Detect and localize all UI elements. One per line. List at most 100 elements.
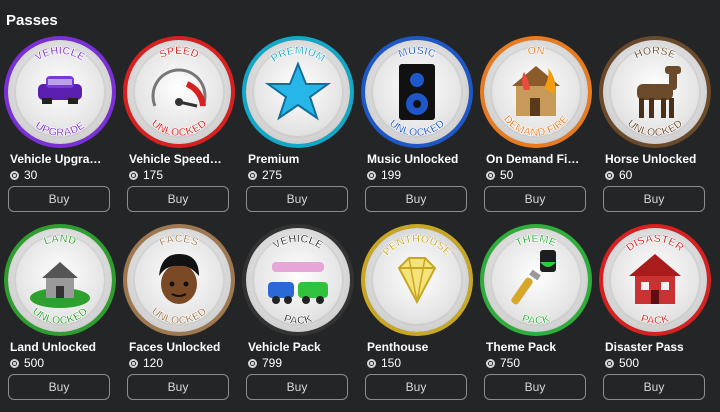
pass-name[interactable]: Vehicle Pack (248, 340, 352, 354)
badge-top-text: VEHICLE (33, 45, 87, 64)
passes-grid: VEHICLE UPGRADE Vehicle Upgra… 30 Buy SP… (8, 36, 720, 412)
badge-bottom-text: UNLOCKED (149, 306, 209, 328)
vehicles-icon: VEHICLE PACK (268, 233, 328, 327)
buy-button[interactable]: Buy (603, 186, 705, 212)
pass-badge-image[interactable]: DISASTER PACK (603, 228, 707, 332)
robux-icon (486, 170, 495, 180)
robux-icon (129, 170, 138, 180)
buy-button[interactable]: Buy (246, 186, 348, 212)
pass-card[interactable]: LAND UNLOCKED Land Unlocked 500 Buy (8, 224, 112, 404)
badge-top-text: HORSE (633, 45, 678, 62)
pass-card[interactable]: VEHICLE PACK Vehicle Pack 799 Buy (246, 224, 350, 404)
pass-badge-image[interactable]: HORSE UNLOCKED (603, 40, 707, 144)
pass-price: 500 (10, 355, 44, 371)
pass-card[interactable]: VEHICLE UPGRADE Vehicle Upgra… 30 Buy (8, 36, 112, 216)
passes-row: VEHICLE UPGRADE Vehicle Upgra… 30 Buy SP… (8, 36, 720, 224)
pass-card[interactable]: DISASTER PACK Disaster Pass 500 Buy (603, 224, 707, 404)
badge-top-text: THEME (514, 233, 558, 249)
badge-top-text: ON (527, 45, 545, 58)
robux-icon (367, 358, 376, 368)
pass-badge-image[interactable]: THEME PACK (484, 228, 588, 332)
price-value: 120 (143, 356, 164, 370)
pass-badge-image[interactable]: MUSIC UNLOCKED (365, 40, 469, 144)
pass-price: 750 (486, 355, 520, 371)
pass-name[interactable]: Vehicle Speed… (129, 152, 233, 166)
pass-price: 120 (129, 355, 163, 371)
buy-button[interactable]: Buy (246, 374, 348, 400)
pass-name[interactable]: Premium (248, 152, 352, 166)
pass-card[interactable]: SPEED UNLOCKED Vehicle Speed… 175 Buy (127, 36, 231, 216)
badge-bottom-text: UNLOCKED (625, 118, 685, 140)
robux-icon (129, 358, 138, 368)
paintbrush-icon: THEME PACK (511, 233, 558, 327)
buy-button[interactable]: Buy (127, 186, 229, 212)
badge-bottom-text: PACK (520, 313, 551, 327)
pass-name[interactable]: Land Unlocked (10, 340, 114, 354)
price-value: 750 (500, 356, 521, 370)
pass-price: 150 (367, 355, 401, 371)
robux-icon (10, 170, 19, 180)
pass-price: 60 (605, 167, 632, 183)
section-title: Passes (6, 12, 58, 29)
badge-bottom-text: UNLOCKED (387, 118, 447, 140)
passes-row: LAND UNLOCKED Land Unlocked 500 Buy FACE… (8, 224, 720, 412)
pass-price: 175 (129, 167, 163, 183)
pass-name[interactable]: On Demand Fi… (486, 152, 590, 166)
pass-badge-image[interactable]: PENTHOUSE (365, 228, 469, 332)
price-value: 30 (24, 168, 38, 182)
pass-price: 30 (10, 167, 37, 183)
pass-name[interactable]: Horse Unlocked (605, 152, 709, 166)
pass-price: 199 (367, 167, 401, 183)
pass-badge-image[interactable]: FACES UNLOCKED (127, 228, 231, 332)
buy-button[interactable]: Buy (365, 186, 467, 212)
face-icon: FACES UNLOCKED (149, 233, 210, 328)
broken-house-icon: DISASTER PACK (624, 233, 686, 328)
badge-top-text: LAND (42, 233, 77, 248)
pass-price: 50 (486, 167, 513, 183)
buy-button[interactable]: Buy (365, 374, 467, 400)
badge-bottom-text: UPGRADE (33, 120, 87, 139)
pass-name[interactable]: Theme Pack (486, 340, 590, 354)
price-value: 50 (500, 168, 514, 182)
pass-badge-image[interactable]: SPEED UNLOCKED (127, 40, 231, 144)
pass-card[interactable]: PREMIUM Premium 275 Buy (246, 36, 350, 216)
buy-button[interactable]: Buy (603, 374, 705, 400)
badge-bottom-text: DEMAND FIRE (501, 113, 571, 139)
horse-icon: HORSE UNLOCKED (625, 45, 686, 140)
pass-card[interactable]: ON DEMAND FIRE On Demand Fi… 50 Buy (484, 36, 588, 216)
pass-name[interactable]: Music Unlocked (367, 152, 471, 166)
badge-bottom-text: PACK (639, 313, 670, 327)
robux-icon (10, 358, 19, 368)
price-value: 60 (619, 168, 633, 182)
buy-button[interactable]: Buy (8, 374, 110, 400)
pass-badge-image[interactable]: VEHICLE UPGRADE (8, 40, 112, 144)
robux-icon (605, 170, 614, 180)
pass-badge-image[interactable]: ON DEMAND FIRE (484, 40, 588, 144)
diamond-icon: PENTHOUSE (380, 233, 454, 305)
robux-icon (486, 358, 495, 368)
pass-name[interactable]: Disaster Pass (605, 340, 709, 354)
pass-card[interactable]: HORSE UNLOCKED Horse Unlocked 60 Buy (603, 36, 707, 216)
blue-star-icon: PREMIUM (264, 45, 332, 121)
pass-name[interactable]: Penthouse (367, 340, 471, 354)
purple-car-icon: VEHICLE UPGRADE (32, 45, 87, 140)
pass-name[interactable]: Vehicle Upgra… (10, 152, 114, 166)
pass-badge-image[interactable]: PREMIUM (246, 40, 350, 144)
pass-price: 275 (248, 167, 282, 183)
pass-price: 500 (605, 355, 639, 371)
pass-price: 799 (248, 355, 282, 371)
buy-button[interactable]: Buy (127, 374, 229, 400)
robux-icon (248, 170, 257, 180)
buy-button[interactable]: Buy (8, 186, 110, 212)
pass-badge-image[interactable]: LAND UNLOCKED (8, 228, 112, 332)
buy-button[interactable]: Buy (484, 374, 586, 400)
pass-name[interactable]: Faces Unlocked (129, 340, 233, 354)
pass-badge-image[interactable]: VEHICLE PACK (246, 228, 350, 332)
pass-card[interactable]: PENTHOUSE Penthouse 150 Buy (365, 224, 469, 404)
speaker-icon: MUSIC UNLOCKED (387, 45, 448, 140)
badge-top-text: VEHICLE (271, 233, 325, 252)
pass-card[interactable]: MUSIC UNLOCKED Music Unlocked 199 Buy (365, 36, 469, 216)
pass-card[interactable]: FACES UNLOCKED Faces Unlocked 120 Buy (127, 224, 231, 404)
buy-button[interactable]: Buy (484, 186, 586, 212)
pass-card[interactable]: THEME PACK Theme Pack 750 Buy (484, 224, 588, 404)
